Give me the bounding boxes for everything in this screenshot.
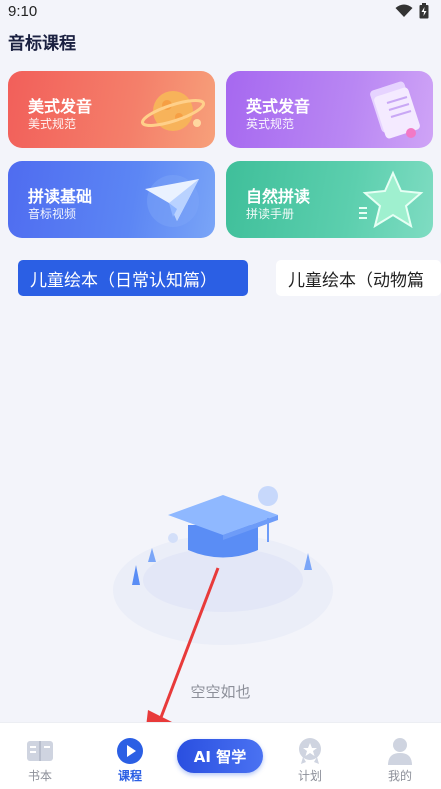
status-icons	[395, 3, 429, 19]
card-subtitle: 英式规范	[246, 117, 295, 131]
papers-icon	[370, 81, 420, 139]
nav-item-books[interactable]: 书本	[5, 723, 75, 789]
page-title: 音标课程	[8, 34, 76, 54]
planet-icon	[140, 91, 206, 131]
badge-icon	[299, 738, 321, 764]
nav-item-plan[interactable]: 计划	[275, 723, 345, 789]
bottom-nav: 书本 课程 AI 智学 计划 我的	[0, 722, 441, 789]
tab-daily-cognition[interactable]: 儿童绘本（日常认知篇）	[18, 260, 248, 296]
book-icon	[27, 741, 53, 761]
nav-label: 书本	[27, 769, 52, 783]
nav-label: 计划	[297, 769, 322, 783]
card-title: 拼读基础	[28, 187, 93, 206]
status-time: 9:10	[8, 2, 38, 20]
course-card-natural-phonics[interactable]: 自然拼读 拼读手册	[226, 161, 433, 238]
card-subtitle: 音标视频	[28, 207, 77, 221]
nav-item-courses[interactable]: 课程	[95, 723, 165, 789]
card-subtitle: 美式规范	[28, 117, 77, 131]
nav-item-me[interactable]: 我的	[365, 723, 435, 789]
battery-charging-icon	[419, 3, 429, 19]
nav-label: 我的	[387, 769, 412, 783]
card-title: 英式发音	[246, 97, 311, 116]
course-card-british[interactable]: 英式发音 英式规范	[226, 71, 433, 148]
paper-plane-icon	[145, 175, 199, 227]
tab-animals[interactable]: 儿童绘本（动物篇	[276, 260, 441, 296]
course-card-american[interactable]: 美式发音 美式规范	[8, 71, 215, 148]
play-circle-icon	[117, 738, 143, 764]
card-subtitle: 拼读手册	[246, 207, 295, 221]
wifi-icon	[395, 4, 413, 17]
course-card-spelling-basics[interactable]: 拼读基础 音标视频	[8, 161, 215, 238]
status-bar: 9:10	[0, 0, 441, 22]
card-title: 自然拼读	[246, 187, 311, 206]
card-title: 美式发音	[28, 97, 93, 116]
star-icon	[359, 170, 424, 229]
ai-study-button[interactable]: AI 智学	[177, 739, 263, 773]
person-icon	[388, 738, 412, 765]
nav-label: 课程	[117, 769, 142, 783]
